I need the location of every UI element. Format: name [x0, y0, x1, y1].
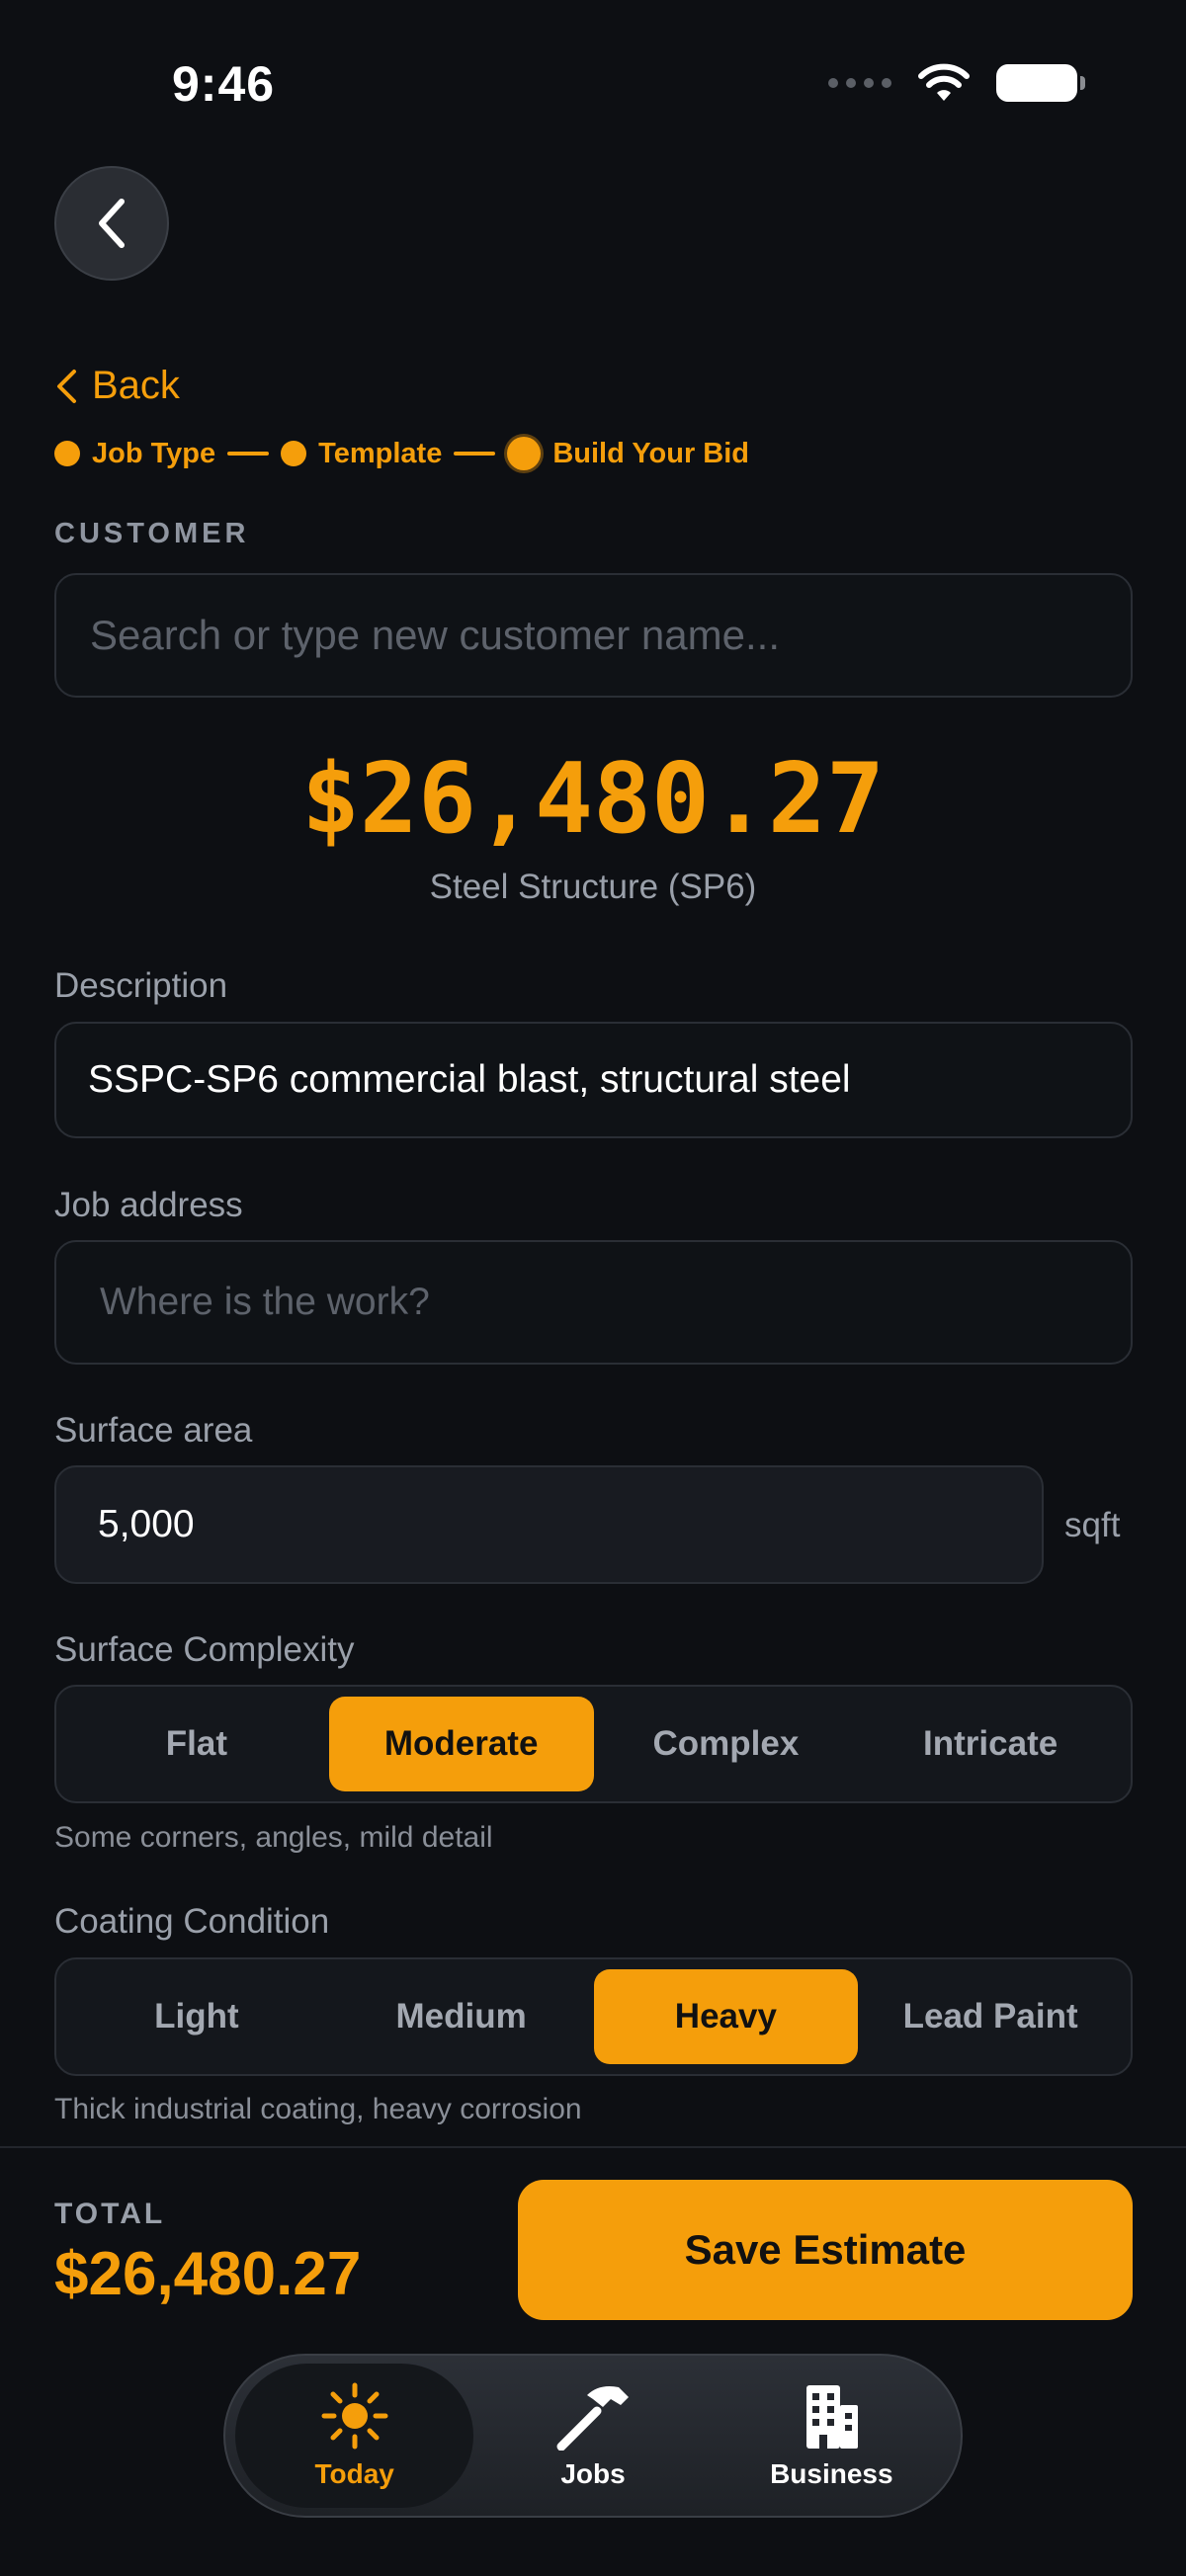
- estimate-price: $26,480.27: [300, 743, 885, 856]
- coating-option-light[interactable]: Light: [64, 1969, 329, 2064]
- coating-option-medium[interactable]: Medium: [329, 1969, 594, 2064]
- total-label: TOTAL: [54, 2198, 166, 2230]
- building-icon: [806, 2385, 859, 2449]
- description-field[interactable]: SSPC-SP6 commercial blast, structural st…: [54, 1022, 1133, 1138]
- save-estimate-button[interactable]: Save Estimate: [518, 2180, 1133, 2320]
- tab-today[interactable]: Today: [235, 2364, 474, 2508]
- description-label: Description: [54, 966, 228, 1005]
- complexity-option-moderate[interactable]: Moderate: [328, 1697, 594, 1791]
- job-address-input[interactable]: [98, 1280, 1089, 1325]
- step-progress: Job Type Template Build Your Bid: [54, 437, 749, 470]
- surface-area-label: Surface area: [54, 1411, 253, 1450]
- step-label: Job Type: [92, 437, 216, 469]
- surface-area-input[interactable]: 5,000: [98, 1503, 1000, 1546]
- tab-today-label: Today: [314, 2458, 394, 2489]
- chevron-left-icon: [99, 199, 125, 248]
- step-dot: [281, 441, 307, 466]
- complexity-option-complex[interactable]: Complex: [594, 1697, 859, 1791]
- job-address-field[interactable]: [54, 1240, 1133, 1365]
- hammer-icon: [556, 2386, 629, 2451]
- coating-option-heavy[interactable]: Heavy: [593, 1969, 859, 2064]
- back-label: Back: [92, 364, 180, 407]
- tab-jobs[interactable]: Jobs: [473, 2364, 712, 2508]
- customer-search-field[interactable]: [54, 573, 1133, 698]
- tab-jobs-label: Jobs: [560, 2458, 626, 2489]
- estimate-template-name: Steel Structure (SP6): [429, 868, 757, 906]
- tab-business[interactable]: Business: [713, 2364, 951, 2508]
- coating-condition-hint: Thick industrial coating, heavy corrosio…: [54, 2093, 582, 2125]
- customer-search-input[interactable]: [88, 611, 1099, 660]
- total-value: $26,480.27: [54, 2240, 362, 2308]
- footer-divider: [0, 2146, 1186, 2148]
- status-time: 9:46: [172, 56, 276, 112]
- surface-complexity-segmented-control: Flat Moderate Complex Intricate: [54, 1685, 1133, 1803]
- step-connector: [227, 452, 270, 456]
- coating-condition-segmented-control: Light Medium Heavy Lead Paint: [54, 1957, 1133, 2076]
- tab-business-label: Business: [770, 2458, 893, 2489]
- wifi-icon: [918, 63, 970, 101]
- sun-icon: [321, 2382, 388, 2450]
- battery-icon: [996, 64, 1085, 102]
- tab-bar: Today Jobs Business: [223, 2354, 963, 2518]
- complexity-option-intricate[interactable]: Intricate: [858, 1697, 1123, 1791]
- coating-option-lead-paint[interactable]: Lead Paint: [858, 1969, 1123, 2064]
- surface-area-field[interactable]: 5,000: [54, 1465, 1044, 1584]
- complexity-option-flat[interactable]: Flat: [64, 1697, 329, 1791]
- back-link[interactable]: Back: [54, 364, 180, 408]
- customer-section-label: CUSTOMER: [54, 518, 250, 549]
- step-dot: [54, 441, 80, 466]
- step-label: Template: [318, 437, 443, 469]
- chevron-left-icon: [57, 369, 76, 403]
- job-address-label: Job address: [54, 1186, 243, 1224]
- surface-complexity-label: Surface Complexity: [54, 1630, 355, 1669]
- description-input[interactable]: SSPC-SP6 commercial blast, structural st…: [88, 1058, 1099, 1102]
- step-connector: [454, 452, 496, 456]
- coating-condition-label: Coating Condition: [54, 1902, 330, 1941]
- surface-complexity-hint: Some corners, angles, mild detail: [54, 1821, 493, 1854]
- step-label-current: Build Your Bid: [552, 437, 750, 469]
- back-circle-button[interactable]: [54, 166, 169, 281]
- surface-area-unit: sqft: [1064, 1506, 1121, 1544]
- signal-dots-icon: [828, 78, 891, 88]
- status-icons: [828, 63, 1085, 103]
- step-dot-current: [507, 437, 542, 470]
